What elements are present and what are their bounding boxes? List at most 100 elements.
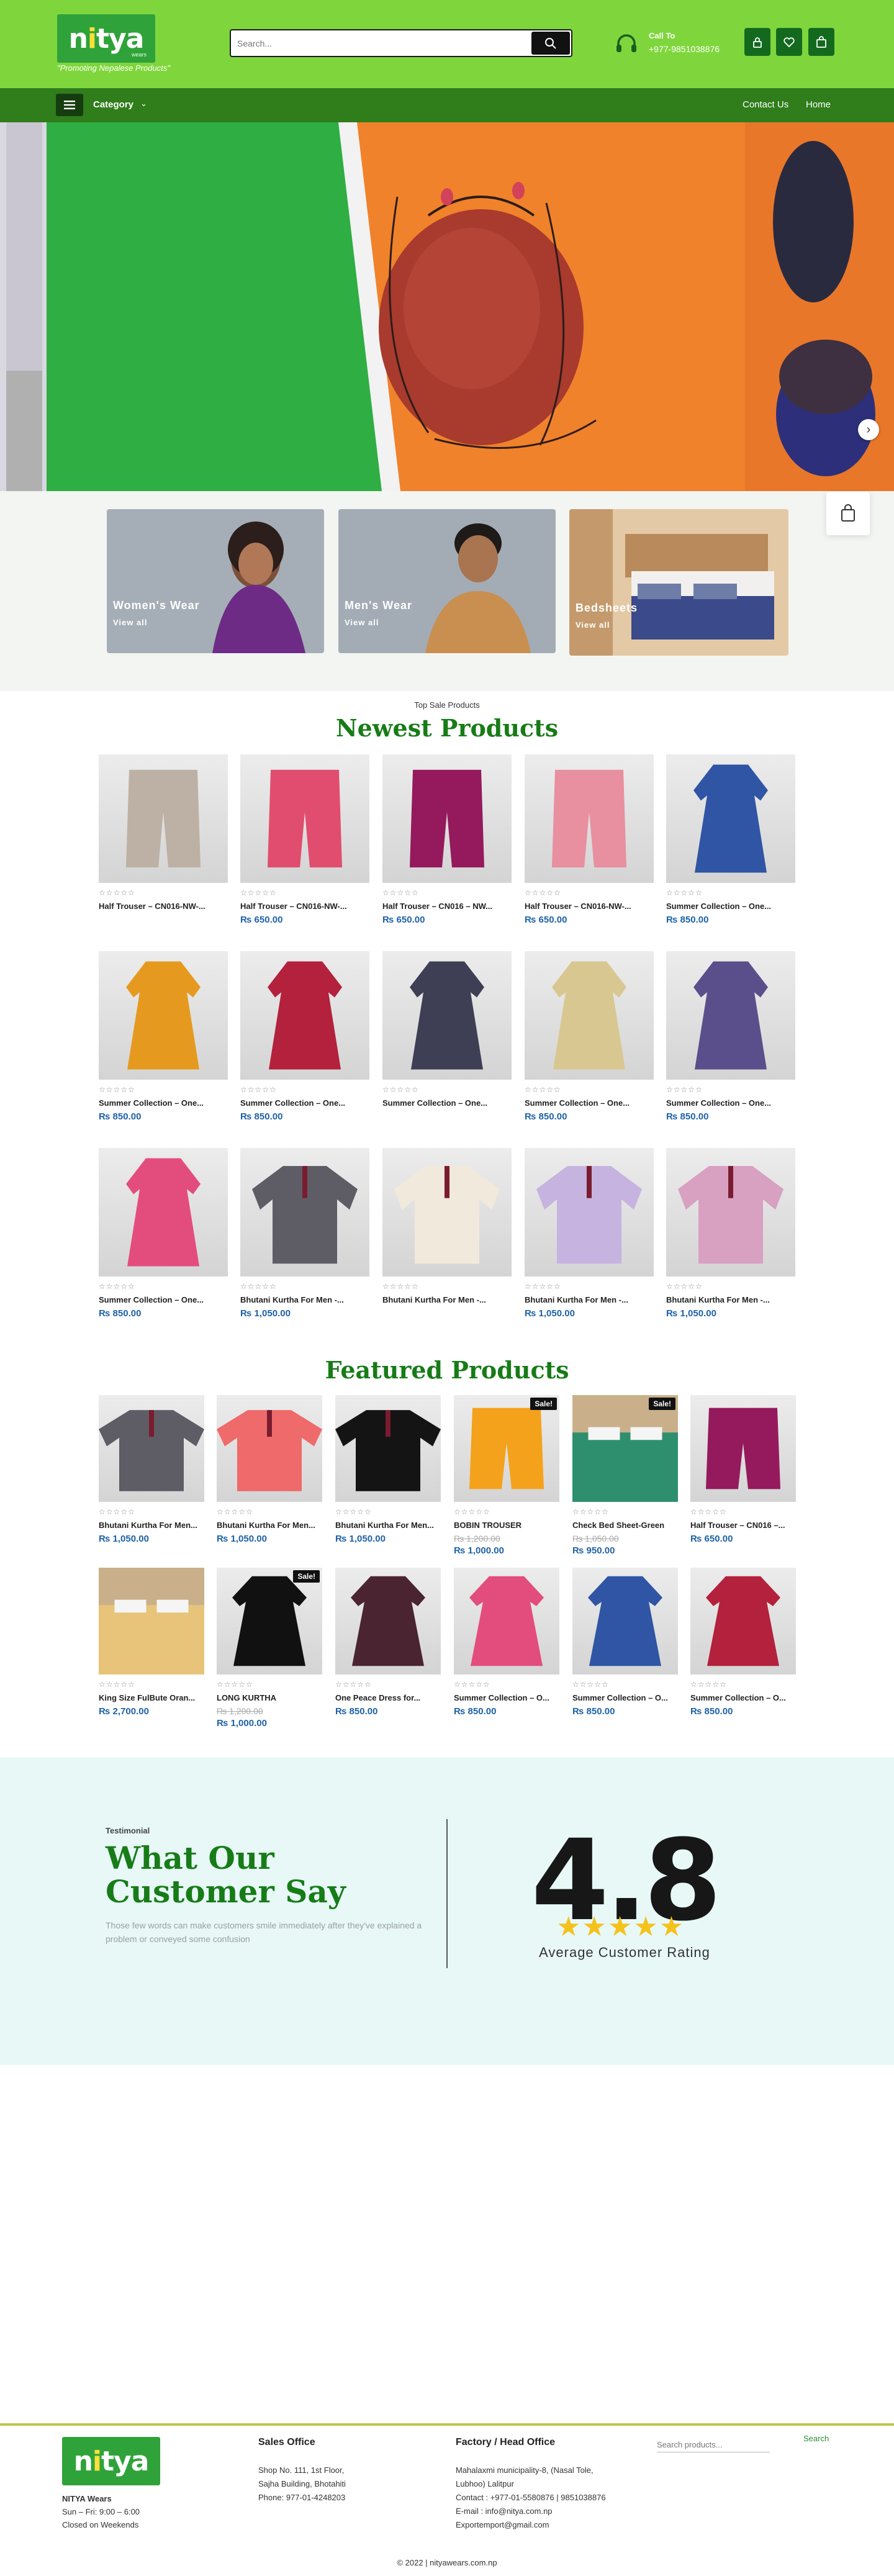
product-image[interactable]	[690, 1568, 796, 1674]
product-card[interactable]: ☆☆☆☆☆ Bhutani Kurtha For Men... ₨ 1,050.00	[335, 1395, 441, 1544]
logo[interactable]: nitya wears	[57, 14, 155, 63]
product-card[interactable]: ☆☆☆☆☆ Summer Collection – One... ₨ 850.00	[240, 951, 369, 1122]
product-card[interactable]: ☆☆☆☆☆ Half Trouser – CN016-NW-... ₨ 650.00	[525, 754, 654, 925]
product-name[interactable]: Half Trouser – CN016-NW-...	[525, 902, 654, 911]
product-card[interactable]: ☆☆☆☆☆ Bhutani Kurtha For Men... ₨ 1,050.00	[99, 1395, 204, 1544]
product-image[interactable]	[99, 754, 228, 883]
product-image[interactable]	[240, 951, 369, 1080]
category-card-men[interactable]: Men's Wear View all	[338, 509, 556, 653]
product-image[interactable]	[99, 1568, 204, 1674]
product-name[interactable]: Summer Collection – O...	[572, 1693, 678, 1702]
product-image[interactable]: Sale!	[217, 1568, 322, 1674]
product-name[interactable]: Bhutani Kurtha For Men...	[99, 1521, 204, 1530]
product-card[interactable]: ☆☆☆☆☆ Summer Collection – One... ₨ 850.00	[666, 951, 795, 1122]
product-image[interactable]	[666, 754, 795, 883]
product-image[interactable]	[99, 1148, 228, 1277]
product-name[interactable]: Bhutani Kurtha For Men...	[217, 1521, 322, 1530]
product-image[interactable]	[382, 951, 512, 1080]
product-name[interactable]: One Peace Dress for...	[335, 1693, 441, 1702]
product-image[interactable]	[240, 754, 369, 883]
product-card[interactable]: ☆☆☆☆☆ Bhutani Kurtha For Men -... ₨ 1,050.…	[666, 1148, 795, 1319]
product-image[interactable]	[572, 1568, 678, 1674]
factory-email[interactable]: E-mail : info@nitya.com.np	[456, 2505, 553, 2518]
product-card[interactable]: ☆☆☆☆☆ Summer Collection – O... ₨ 850.00	[454, 1568, 559, 1717]
category-view-all[interactable]: View all	[576, 620, 610, 630]
product-name[interactable]: Bhutani Kurtha For Men...	[335, 1521, 441, 1530]
product-name[interactable]: BOBIN TROUSER	[454, 1521, 559, 1530]
product-image[interactable]	[454, 1568, 559, 1674]
product-name[interactable]: Summer Collection – O...	[454, 1693, 559, 1702]
product-image[interactable]	[666, 1148, 795, 1277]
category-card-women[interactable]: Women's Wear View all	[107, 509, 324, 653]
product-image[interactable]: Sale!	[454, 1395, 559, 1502]
product-name[interactable]: Half Trouser – CN016 – NW...	[382, 902, 512, 911]
product-card[interactable]: ☆☆☆☆☆ Half Trouser – CN016 – NW... ₨ 650.0…	[382, 754, 512, 925]
product-name[interactable]: Summer Collection – O...	[690, 1693, 796, 1702]
product-card[interactable]: ☆☆☆☆☆ Bhutani Kurtha For Men -... ₨ 1,050.…	[525, 1148, 654, 1319]
product-image[interactable]	[217, 1395, 322, 1502]
product-image[interactable]	[99, 1395, 204, 1502]
category-card-bedsheets[interactable]: Bedsheets View all	[569, 509, 788, 656]
product-name[interactable]: Summer Collection – One...	[99, 1295, 228, 1304]
menu-button[interactable]	[56, 94, 83, 116]
product-name[interactable]: Summer Collection – One...	[666, 902, 795, 911]
product-name[interactable]: Summer Collection – One...	[382, 1098, 512, 1108]
product-image[interactable]	[690, 1395, 796, 1502]
floating-cart-button[interactable]	[826, 492, 870, 535]
product-card[interactable]: ☆☆☆☆☆ Summer Collection – One... ₨ 850.00	[99, 1148, 228, 1319]
product-name[interactable]: Check Bed Sheet-Green	[572, 1521, 678, 1530]
category-view-all[interactable]: View all	[113, 618, 147, 627]
product-card[interactable]: ☆☆☆☆☆ King Size FulBute Oran... ₨ 2,700.00	[99, 1568, 204, 1717]
product-card[interactable]: ☆☆☆☆☆ Half Trouser – CN016-NW-... ₨ 650.00	[240, 754, 369, 925]
product-card[interactable]: ☆☆☆☆☆ Half Trouser – CN016 –... ₨ 650.00	[690, 1395, 796, 1544]
product-name[interactable]: Half Trouser – CN016 –...	[690, 1521, 796, 1530]
product-name[interactable]: Half Trouser – CN016-NW-...	[240, 902, 369, 911]
product-image[interactable]	[525, 1148, 654, 1277]
product-image[interactable]	[240, 1148, 369, 1277]
product-image[interactable]	[525, 951, 654, 1080]
nav-link-home[interactable]: Home	[806, 99, 831, 110]
hero-slider[interactable]: ›	[0, 122, 894, 491]
product-image[interactable]	[666, 951, 795, 1080]
product-name[interactable]: Bhutani Kurtha For Men -...	[666, 1295, 795, 1304]
product-card[interactable]: Sale! ☆☆☆☆☆ LONG KURTHA ₨ 1,200.00 ₨ 1,000.0…	[217, 1568, 322, 1729]
product-card[interactable]: ☆☆☆☆☆ Summer Collection – O... ₨ 850.00	[572, 1568, 678, 1717]
category-dropdown[interactable]: Category	[93, 99, 133, 110]
footer-logo[interactable]: nitya	[62, 2437, 160, 2485]
product-card[interactable]: ☆☆☆☆☆ Bhutani Kurtha For Men -... ₨ 1,050.…	[240, 1148, 369, 1319]
product-card[interactable]: ☆☆☆☆☆ Bhutani Kurtha For Men... ₨ 1,050.00	[217, 1395, 322, 1544]
product-image[interactable]	[335, 1568, 441, 1674]
product-card[interactable]: ☆☆☆☆☆ One Peace Dress for... ₨ 850.00	[335, 1568, 441, 1717]
product-name[interactable]: Summer Collection – One...	[99, 1098, 228, 1108]
call-number[interactable]: +977-9851038876	[649, 44, 720, 54]
product-image[interactable]	[382, 754, 512, 883]
product-name[interactable]: King Size FulBute Oran...	[99, 1693, 204, 1702]
product-name[interactable]: Bhutani Kurtha For Men -...	[240, 1295, 369, 1304]
factory-email[interactable]: Exportemport@gmail.com	[456, 2518, 549, 2531]
product-name[interactable]: Half Trouser – CN016-NW-...	[99, 902, 228, 911]
product-card[interactable]: Sale! ☆☆☆☆☆ BOBIN TROUSER ₨ 1,200.00 ₨ 1,000…	[454, 1395, 559, 1556]
product-card[interactable]: ☆☆☆☆☆ Bhutani Kurtha For Men -...	[382, 1148, 512, 1304]
account-button[interactable]	[744, 28, 770, 56]
product-image[interactable]	[99, 951, 228, 1080]
category-view-all[interactable]: View all	[345, 618, 379, 627]
product-image[interactable]	[382, 1148, 512, 1277]
product-card[interactable]: ☆☆☆☆☆ Summer Collection – One... ₨ 850.00	[525, 951, 654, 1122]
slider-next-button[interactable]: ›	[858, 419, 879, 440]
product-name[interactable]: Bhutani Kurtha For Men -...	[525, 1295, 654, 1304]
search-input[interactable]	[237, 36, 517, 51]
product-name[interactable]: Summer Collection – One...	[666, 1098, 795, 1108]
product-card[interactable]: ☆☆☆☆☆ Summer Collection – O... ₨ 850.00	[690, 1568, 796, 1717]
product-card[interactable]: ☆☆☆☆☆ Summer Collection – One...	[382, 951, 512, 1108]
product-image[interactable]	[335, 1395, 441, 1502]
wishlist-button[interactable]	[776, 28, 802, 56]
nav-link-contact[interactable]: Contact Us	[743, 99, 788, 110]
product-card[interactable]: ☆☆☆☆☆ Summer Collection – One... ₨ 850.00	[99, 951, 228, 1122]
footer-search-button[interactable]: Search	[803, 2434, 829, 2443]
product-image[interactable]: Sale!	[572, 1395, 678, 1502]
search-button[interactable]	[531, 32, 570, 55]
cart-button[interactable]	[808, 28, 834, 56]
product-name[interactable]: Summer Collection – One...	[525, 1098, 654, 1108]
product-card[interactable]: ☆☆☆☆☆ Half Trouser – CN016-NW-...	[99, 754, 228, 911]
product-card[interactable]: ☆☆☆☆☆ Summer Collection – One... ₨ 850.00	[666, 754, 795, 925]
